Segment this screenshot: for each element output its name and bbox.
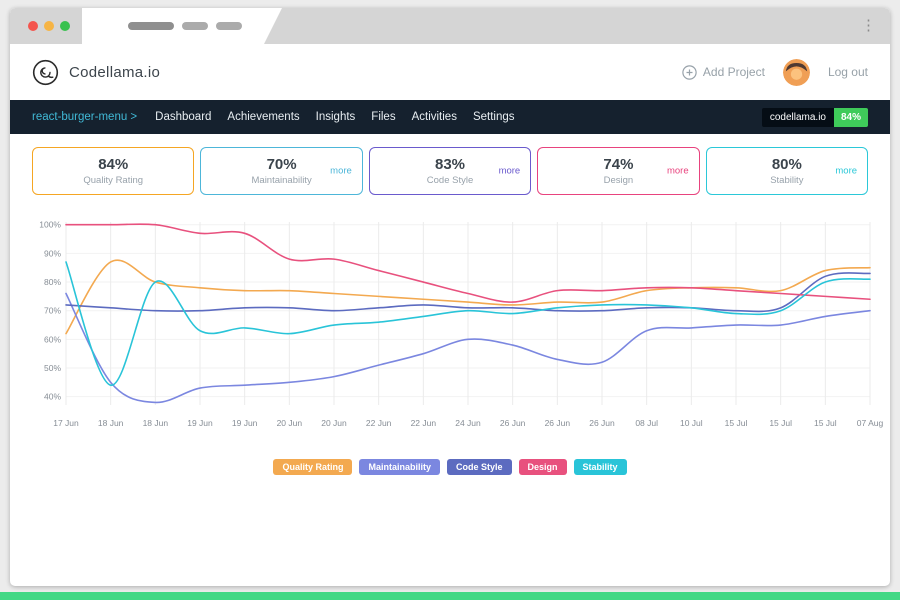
metric-card-stability: 80% Stability more — [705, 147, 869, 195]
legend-code-style[interactable]: Code Style — [446, 459, 512, 475]
more-link-design[interactable]: more — [667, 166, 689, 177]
close-window-icon[interactable] — [28, 21, 38, 31]
svg-text:22 Jun: 22 Jun — [411, 418, 437, 428]
svg-text:07 Aug: 07 Aug — [857, 418, 884, 428]
app-logo-icon — [32, 59, 59, 85]
svg-text:60%: 60% — [44, 334, 61, 344]
browser-window: ⋮ Codellama.io Add Project Log out react… — [10, 8, 890, 586]
svg-text:15 Jul: 15 Jul — [725, 418, 748, 428]
svg-text:20 Jun: 20 Jun — [277, 418, 303, 428]
metric-label: Stability — [770, 175, 804, 186]
metric-label: Quality Rating — [83, 175, 144, 186]
metric-value: 74% — [603, 156, 634, 173]
metric-card-maintainability: 70% Maintainability more — [200, 147, 363, 195]
svg-text:50%: 50% — [44, 363, 61, 373]
metric-cards: 84% Quality Rating 70% Maintainability more 8… — [10, 134, 890, 205]
nav-item-activities[interactable]: Activities — [412, 111, 457, 123]
metric-label: Code Style — [426, 175, 474, 186]
svg-text:15 Jul: 15 Jul — [769, 418, 792, 428]
page-title: Codellama.io — [69, 63, 161, 81]
project-score-badge: codellama.io 84% — [761, 107, 868, 127]
metric-value: 83% — [435, 156, 466, 173]
browser-chrome: ⋮ — [10, 8, 890, 44]
metric-value: 80% — [771, 156, 802, 173]
score-badge-value: 84% — [833, 107, 868, 127]
logout-button[interactable]: Log out — [828, 65, 868, 79]
chart-wrap: 100% 90% 80% 70% 60% 50% 40% 17 Jun 18 Jun 18 Jun… — [10, 205, 890, 457]
svg-text:80%: 80% — [44, 277, 61, 287]
legend-design[interactable]: Design — [518, 459, 567, 475]
svg-text:18 Jun: 18 Jun — [98, 418, 124, 428]
app-header: Codellama.io Add Project Log out — [10, 44, 890, 100]
svg-text:20 Jun: 20 Jun — [321, 418, 347, 428]
svg-text:26 Jun: 26 Jun — [545, 418, 571, 428]
metric-label: Design — [603, 175, 634, 186]
more-link-code-style[interactable]: more — [499, 166, 521, 177]
nav-item-insights[interactable]: Insights — [316, 111, 356, 123]
brand: Codellama.io — [32, 59, 160, 86]
svg-text:10 Jul: 10 Jul — [680, 418, 703, 428]
svg-text:17 Jun: 17 Jun — [53, 418, 79, 428]
legend-stability[interactable]: Stability — [573, 459, 627, 475]
legend-quality-rating[interactable]: Quality Rating — [273, 459, 353, 475]
svg-text:19 Jun: 19 Jun — [187, 418, 213, 428]
svg-text:100%: 100% — [39, 220, 61, 230]
tab-placeholder — [216, 22, 242, 30]
svg-text:70%: 70% — [44, 306, 61, 316]
page: ⋮ Codellama.io Add Project Log out react… — [0, 0, 900, 600]
add-project-button[interactable]: Add Project — [682, 64, 765, 80]
add-project-label: Add Project — [702, 65, 765, 79]
tab-placeholder — [182, 22, 208, 30]
more-link-maintainability[interactable]: more — [330, 166, 352, 177]
svg-text:24 Jun: 24 Jun — [455, 418, 481, 428]
svg-text:19 Jun: 19 Jun — [232, 418, 258, 428]
traffic-lights — [28, 21, 70, 31]
nav-items: Dashboard Achievements Insights Files Activi… — [155, 111, 514, 123]
tab-title-placeholder — [128, 22, 174, 30]
metric-value: 84% — [98, 156, 129, 173]
svg-text:15 Jul: 15 Jul — [814, 418, 837, 428]
metric-value: 70% — [266, 156, 297, 173]
metric-card-design: 74% Design more — [537, 147, 700, 195]
chart-legend: Quality Rating Maintainability Code Style D… — [10, 459, 890, 475]
header-actions: Add Project Log out — [682, 58, 868, 86]
svg-text:18 Jun: 18 Jun — [143, 418, 169, 428]
avatar-icon — [782, 58, 810, 86]
zoom-window-icon[interactable] — [60, 21, 70, 31]
nav-item-settings[interactable]: Settings — [473, 111, 515, 123]
svg-text:22 Jun: 22 Jun — [366, 418, 392, 428]
svg-text:26 Jun: 26 Jun — [500, 418, 526, 428]
metric-label: Maintainability — [251, 175, 312, 186]
nav-item-files[interactable]: Files — [371, 111, 395, 123]
svg-text:40%: 40% — [44, 392, 61, 402]
svg-text:90%: 90% — [44, 248, 61, 258]
breadcrumb-project-link[interactable]: react-burger-menu > — [32, 111, 137, 123]
minimize-window-icon[interactable] — [44, 21, 54, 31]
svg-text:26 Jun: 26 Jun — [589, 418, 615, 428]
more-link-stability[interactable]: more — [835, 166, 857, 177]
browser-tab[interactable] — [82, 8, 282, 44]
bottom-strip — [0, 592, 900, 600]
avatar[interactable] — [782, 58, 810, 86]
legend-maintainability[interactable]: Maintainability — [359, 459, 440, 475]
metric-card-quality-rating: 84% Quality Rating — [32, 147, 195, 195]
svg-text:08 Jul: 08 Jul — [635, 418, 658, 428]
plus-circle-icon — [682, 64, 697, 80]
score-badge-label: codellama.io — [761, 107, 834, 127]
nav-item-dashboard[interactable]: Dashboard — [155, 111, 211, 123]
nav-item-achievements[interactable]: Achievements — [227, 111, 299, 123]
quality-metrics-chart: 100% 90% 80% 70% 60% 50% 40% 17 Jun 18 Jun 18 Jun… — [39, 220, 884, 428]
nav-bar: react-burger-menu > Dashboard Achievement… — [10, 100, 890, 134]
metric-card-code-style: 83% Code Style more — [368, 147, 532, 195]
browser-menu-icon[interactable]: ⋮ — [861, 16, 876, 36]
